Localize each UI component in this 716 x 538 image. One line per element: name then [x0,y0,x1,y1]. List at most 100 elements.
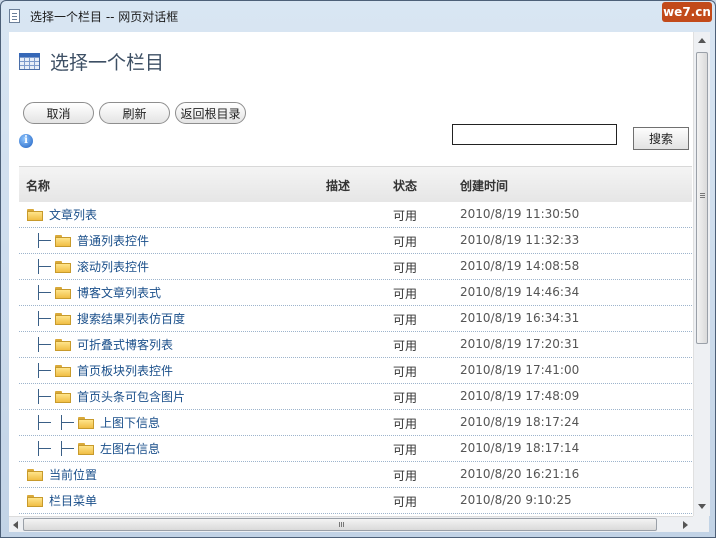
tree-branch-line [32,254,55,279]
row-name-link[interactable]: 普通列表控件 [77,232,149,249]
folder-icon [55,234,71,247]
tree-branch-line [32,410,55,435]
watermark-logo: we7.cn [662,2,712,22]
row-status: 可用 [393,339,418,353]
row-status: 可用 [393,495,418,509]
category-table: 名称 描述 状态 创建时间 文章列表 可用 2010/8/19 11:30:50… [19,166,692,514]
row-status: 可用 [393,469,418,483]
folder-icon [78,416,94,429]
row-created: 2010/8/19 18:17:14 [460,441,580,455]
table-row[interactable]: 可折叠式博客列表 可用 2010/8/19 17:20:31 [19,332,692,358]
tree-branch-line [32,280,55,305]
row-name-link[interactable]: 上图下信息 [100,414,160,431]
search-button[interactable]: 搜索 [633,127,689,150]
row-created: 2010/8/19 14:46:34 [460,285,580,299]
tree-branch-line [55,436,78,461]
scroll-left-arrow-icon[interactable] [13,521,18,529]
table-row[interactable]: 普通列表控件 可用 2010/8/19 11:32:33 [19,228,692,254]
row-name-link[interactable]: 滚动列表控件 [77,258,149,275]
folder-icon [78,442,94,455]
table-row[interactable]: 博客文章列表式 可用 2010/8/19 14:46:34 [19,280,692,306]
resize-grip[interactable] [693,516,709,532]
column-header-desc[interactable]: 描述 [326,177,350,194]
row-status: 可用 [393,313,418,327]
info-icon[interactable]: i [19,134,33,148]
document-icon [9,9,20,23]
tree-branch-line [32,306,55,331]
row-created: 2010/8/19 11:30:50 [460,207,580,221]
scroll-up-arrow-icon[interactable] [698,38,706,43]
tree-branch-line [55,410,78,435]
row-name-link[interactable]: 文章列表 [49,206,97,223]
table-row[interactable]: 搜索结果列表仿百度 可用 2010/8/19 16:34:31 [19,306,692,332]
folder-icon [27,494,43,507]
back-to-root-button[interactable]: 返回根目录 [175,102,246,124]
table-row[interactable]: 首页头条可包含图片 可用 2010/8/19 17:48:09 [19,384,692,410]
table-row[interactable]: 左图右信息 可用 2010/8/19 18:17:14 [19,436,692,462]
row-status: 可用 [393,417,418,431]
tree-branch-line [32,332,55,357]
dialog-window: 选择一个栏目 -- 网页对话框 we7.cn 选择一个栏目 取消 刷新 返回根目… [0,0,716,538]
table-row[interactable]: 当前位置 可用 2010/8/20 16:21:16 [19,462,692,488]
row-status: 可用 [393,391,418,405]
table-row[interactable]: 文章列表 可用 2010/8/19 11:30:50 [19,202,692,228]
row-status: 可用 [393,443,418,457]
row-created: 2010/8/19 17:20:31 [460,337,580,351]
folder-icon [55,286,71,299]
row-name-link[interactable]: 左图右信息 [100,440,160,457]
row-status: 可用 [393,365,418,379]
row-created: 2010/8/20 9:10:25 [460,493,572,507]
horizontal-scrollbar[interactable] [9,516,693,532]
table-row[interactable]: 滚动列表控件 可用 2010/8/19 14:08:58 [19,254,692,280]
folder-icon [55,260,71,273]
calendar-grid-icon [19,53,40,70]
row-created: 2010/8/19 17:48:09 [460,389,580,403]
scroll-down-arrow-icon[interactable] [698,504,706,509]
tree-branch-line [32,358,55,383]
scroll-right-arrow-icon[interactable] [683,521,688,529]
row-name-link[interactable]: 栏目菜单 [49,492,97,509]
row-created: 2010/8/19 18:17:24 [460,415,580,429]
title-bar[interactable]: 选择一个栏目 -- 网页对话框 [1,1,715,31]
row-status: 可用 [393,209,418,223]
column-header-name[interactable]: 名称 [26,177,50,194]
row-name-link[interactable]: 首页板块列表控件 [77,362,173,379]
row-name-link[interactable]: 首页头条可包含图片 [77,388,185,405]
dialog-content: 选择一个栏目 取消 刷新 返回根目录 i 搜索 名称 描述 状态 创建时间 文章… [9,32,710,516]
cancel-button[interactable]: 取消 [23,102,94,124]
folder-icon [27,208,43,221]
folder-icon [55,364,71,377]
vertical-scrollbar[interactable] [693,32,710,516]
vertical-scroll-thumb[interactable] [696,52,708,344]
row-name-link[interactable]: 当前位置 [49,466,97,483]
row-name-link[interactable]: 可折叠式博客列表 [77,336,173,353]
row-name-link[interactable]: 搜索结果列表仿百度 [77,310,185,327]
row-created: 2010/8/19 11:32:33 [460,233,580,247]
grip-icon [339,522,340,527]
column-header-created[interactable]: 创建时间 [460,177,508,194]
page-title: 选择一个栏目 [50,52,165,74]
folder-icon [55,390,71,403]
table-row[interactable]: 上图下信息 可用 2010/8/19 18:17:24 [19,410,692,436]
row-created: 2010/8/19 16:34:31 [460,311,580,325]
row-status: 可用 [393,287,418,301]
row-created: 2010/8/19 17:41:00 [460,363,580,377]
row-name-link[interactable]: 博客文章列表式 [77,284,161,301]
tree-branch-line [32,228,55,253]
folder-icon [27,468,43,481]
column-header-status[interactable]: 状态 [393,177,417,194]
grip-icon [700,193,705,194]
folder-icon [55,338,71,351]
tree-branch-line [32,436,55,461]
row-status: 可用 [393,261,418,275]
row-created: 2010/8/19 14:08:58 [460,259,580,273]
table-row[interactable]: 栏目菜单 可用 2010/8/20 9:10:25 [19,488,692,514]
horizontal-scroll-thumb[interactable] [23,518,657,531]
row-status: 可用 [393,235,418,249]
tree-branch-line [32,384,55,409]
window-title: 选择一个栏目 -- 网页对话框 [30,10,179,24]
search-input[interactable] [452,124,617,145]
folder-icon [55,312,71,325]
table-row[interactable]: 首页板块列表控件 可用 2010/8/19 17:41:00 [19,358,692,384]
refresh-button[interactable]: 刷新 [99,102,170,124]
